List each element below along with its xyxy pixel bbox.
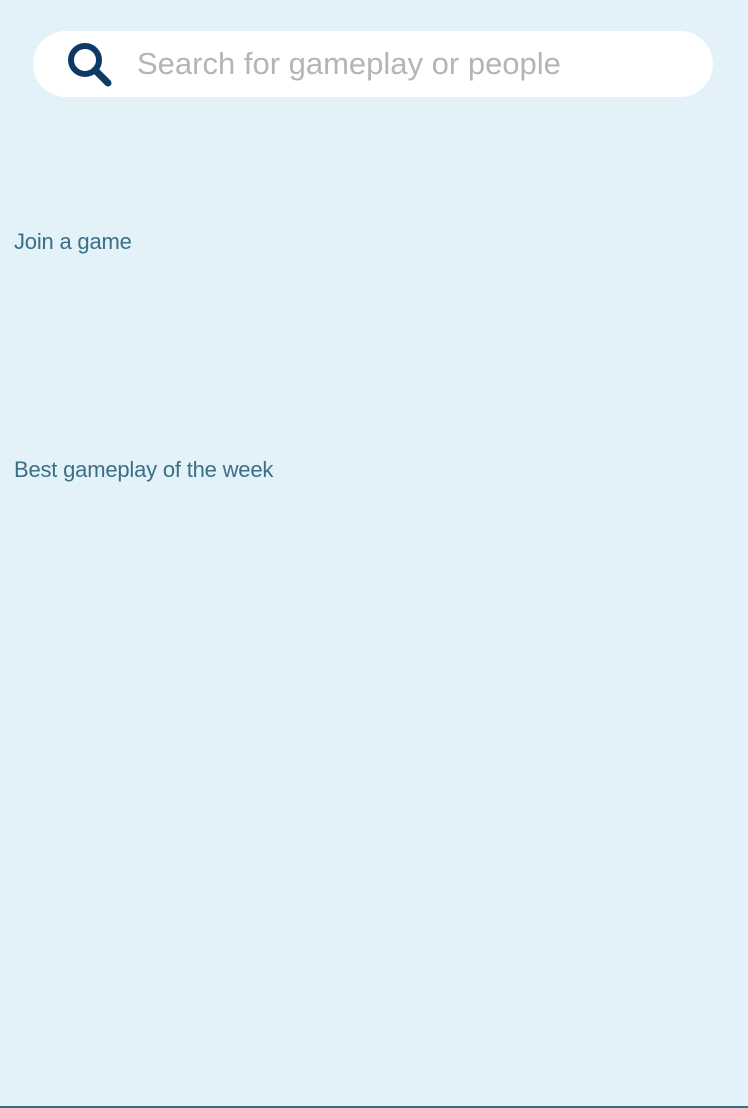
join-game-list xyxy=(14,270,734,440)
section-title-best-gameplay: Best gameplay of the week xyxy=(14,457,274,482)
section-title-join-a-game: Join a game xyxy=(14,229,132,254)
best-gameplay-list xyxy=(14,500,734,1090)
search-icon[interactable] xyxy=(64,39,114,89)
search-bar[interactable] xyxy=(33,31,713,97)
explore-screen: Join a game Best gameplay of the week xyxy=(0,0,748,1108)
search-input[interactable] xyxy=(137,39,697,89)
